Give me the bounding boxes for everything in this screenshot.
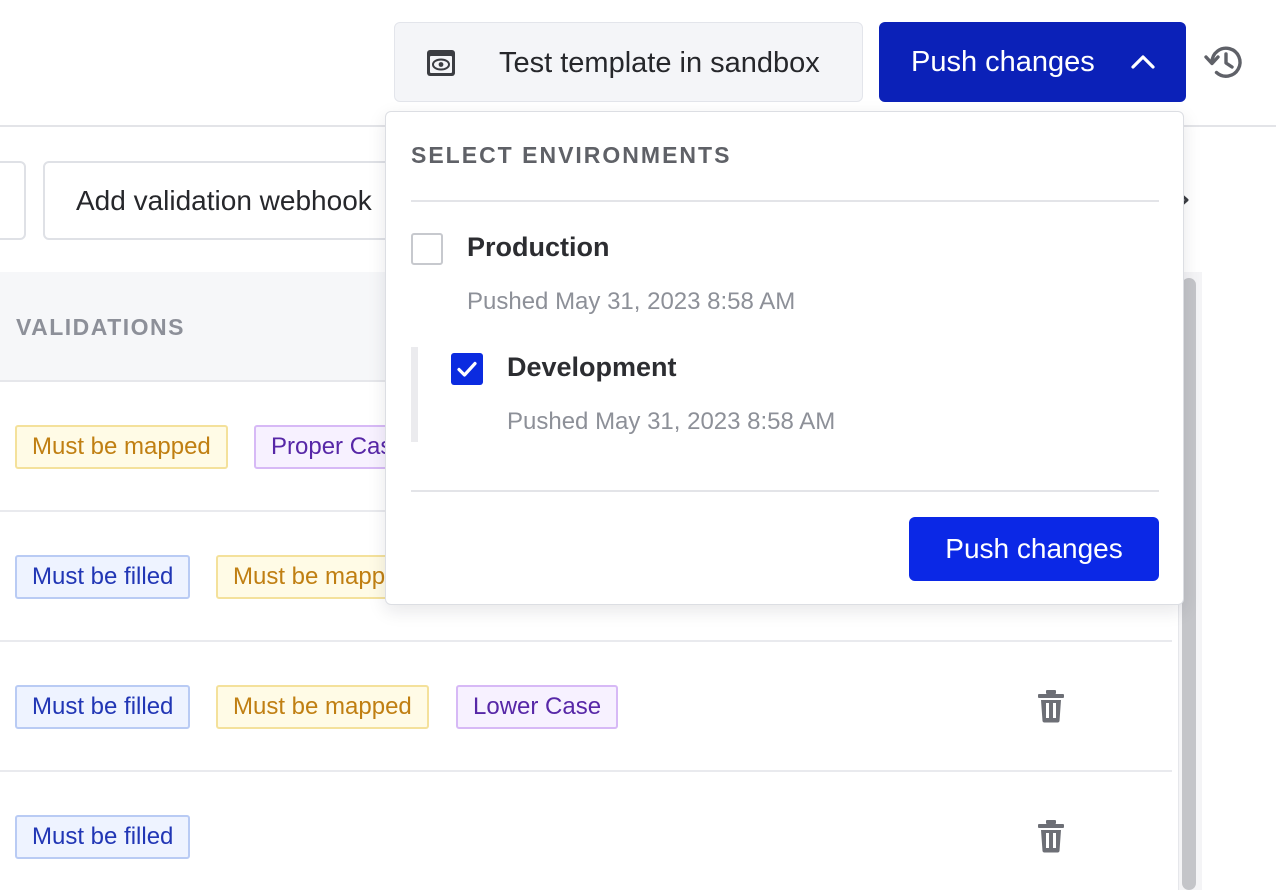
webhook-button-label: Add validation webhook xyxy=(76,185,372,216)
push-changes-dropdown-button[interactable]: Push changes xyxy=(879,22,1186,102)
env-pushed-production: Pushed May 31, 2023 8:58 AM xyxy=(467,288,796,315)
nested-env-indicator xyxy=(411,347,418,442)
trash-icon[interactable] xyxy=(1037,819,1065,853)
development-checkbox[interactable] xyxy=(451,353,483,385)
tag-must-be-filled: Must be filled xyxy=(15,685,191,729)
divider xyxy=(411,490,1159,492)
history-icon[interactable] xyxy=(1203,40,1247,84)
scrollbar-thumb[interactable] xyxy=(1182,278,1196,890)
tag-must-be-filled: Must be filled xyxy=(15,815,191,859)
checkmark-icon xyxy=(457,361,477,377)
tag-must-be-filled: Must be filled xyxy=(15,555,191,599)
trash-icon[interactable] xyxy=(1037,689,1065,723)
env-name-development: Development xyxy=(507,352,677,382)
top-header: Test template in sandbox Push changes xyxy=(0,0,1276,127)
tag-must-be-mapped: Must be mapped xyxy=(216,685,429,729)
add-validation-webhook-button[interactable]: Add validation webhook xyxy=(43,161,443,240)
env-name-production: Production xyxy=(467,232,610,262)
sandbox-button-label: Test template in sandbox xyxy=(499,47,820,79)
eye-sandbox-icon xyxy=(427,50,455,76)
dropdown-title: SELECT ENVIRONMENTS xyxy=(411,142,732,168)
table-row: Must be filled xyxy=(0,772,1172,890)
toolbar-button-partial[interactable] xyxy=(0,161,26,240)
divider xyxy=(411,200,1159,202)
production-checkbox[interactable] xyxy=(411,233,443,265)
env-pushed-development: Pushed May 31, 2023 8:58 AM xyxy=(507,408,836,435)
tag-must-be-mapped: Must be mapped xyxy=(15,425,228,469)
push-button-label: Push changes xyxy=(911,46,1095,78)
tag-lower-case: Lower Case xyxy=(456,685,619,729)
push-changes-button[interactable]: Push changes xyxy=(909,517,1159,581)
validations-column-header: VALIDATIONS xyxy=(16,314,185,340)
select-environments-dropdown: SELECT ENVIRONMENTS Production Pushed Ma… xyxy=(385,111,1184,605)
chevron-up-icon xyxy=(1131,55,1155,69)
table-row: Must be filled Must be mapped Lower Case xyxy=(0,642,1172,772)
test-template-sandbox-button[interactable]: Test template in sandbox xyxy=(394,22,863,102)
